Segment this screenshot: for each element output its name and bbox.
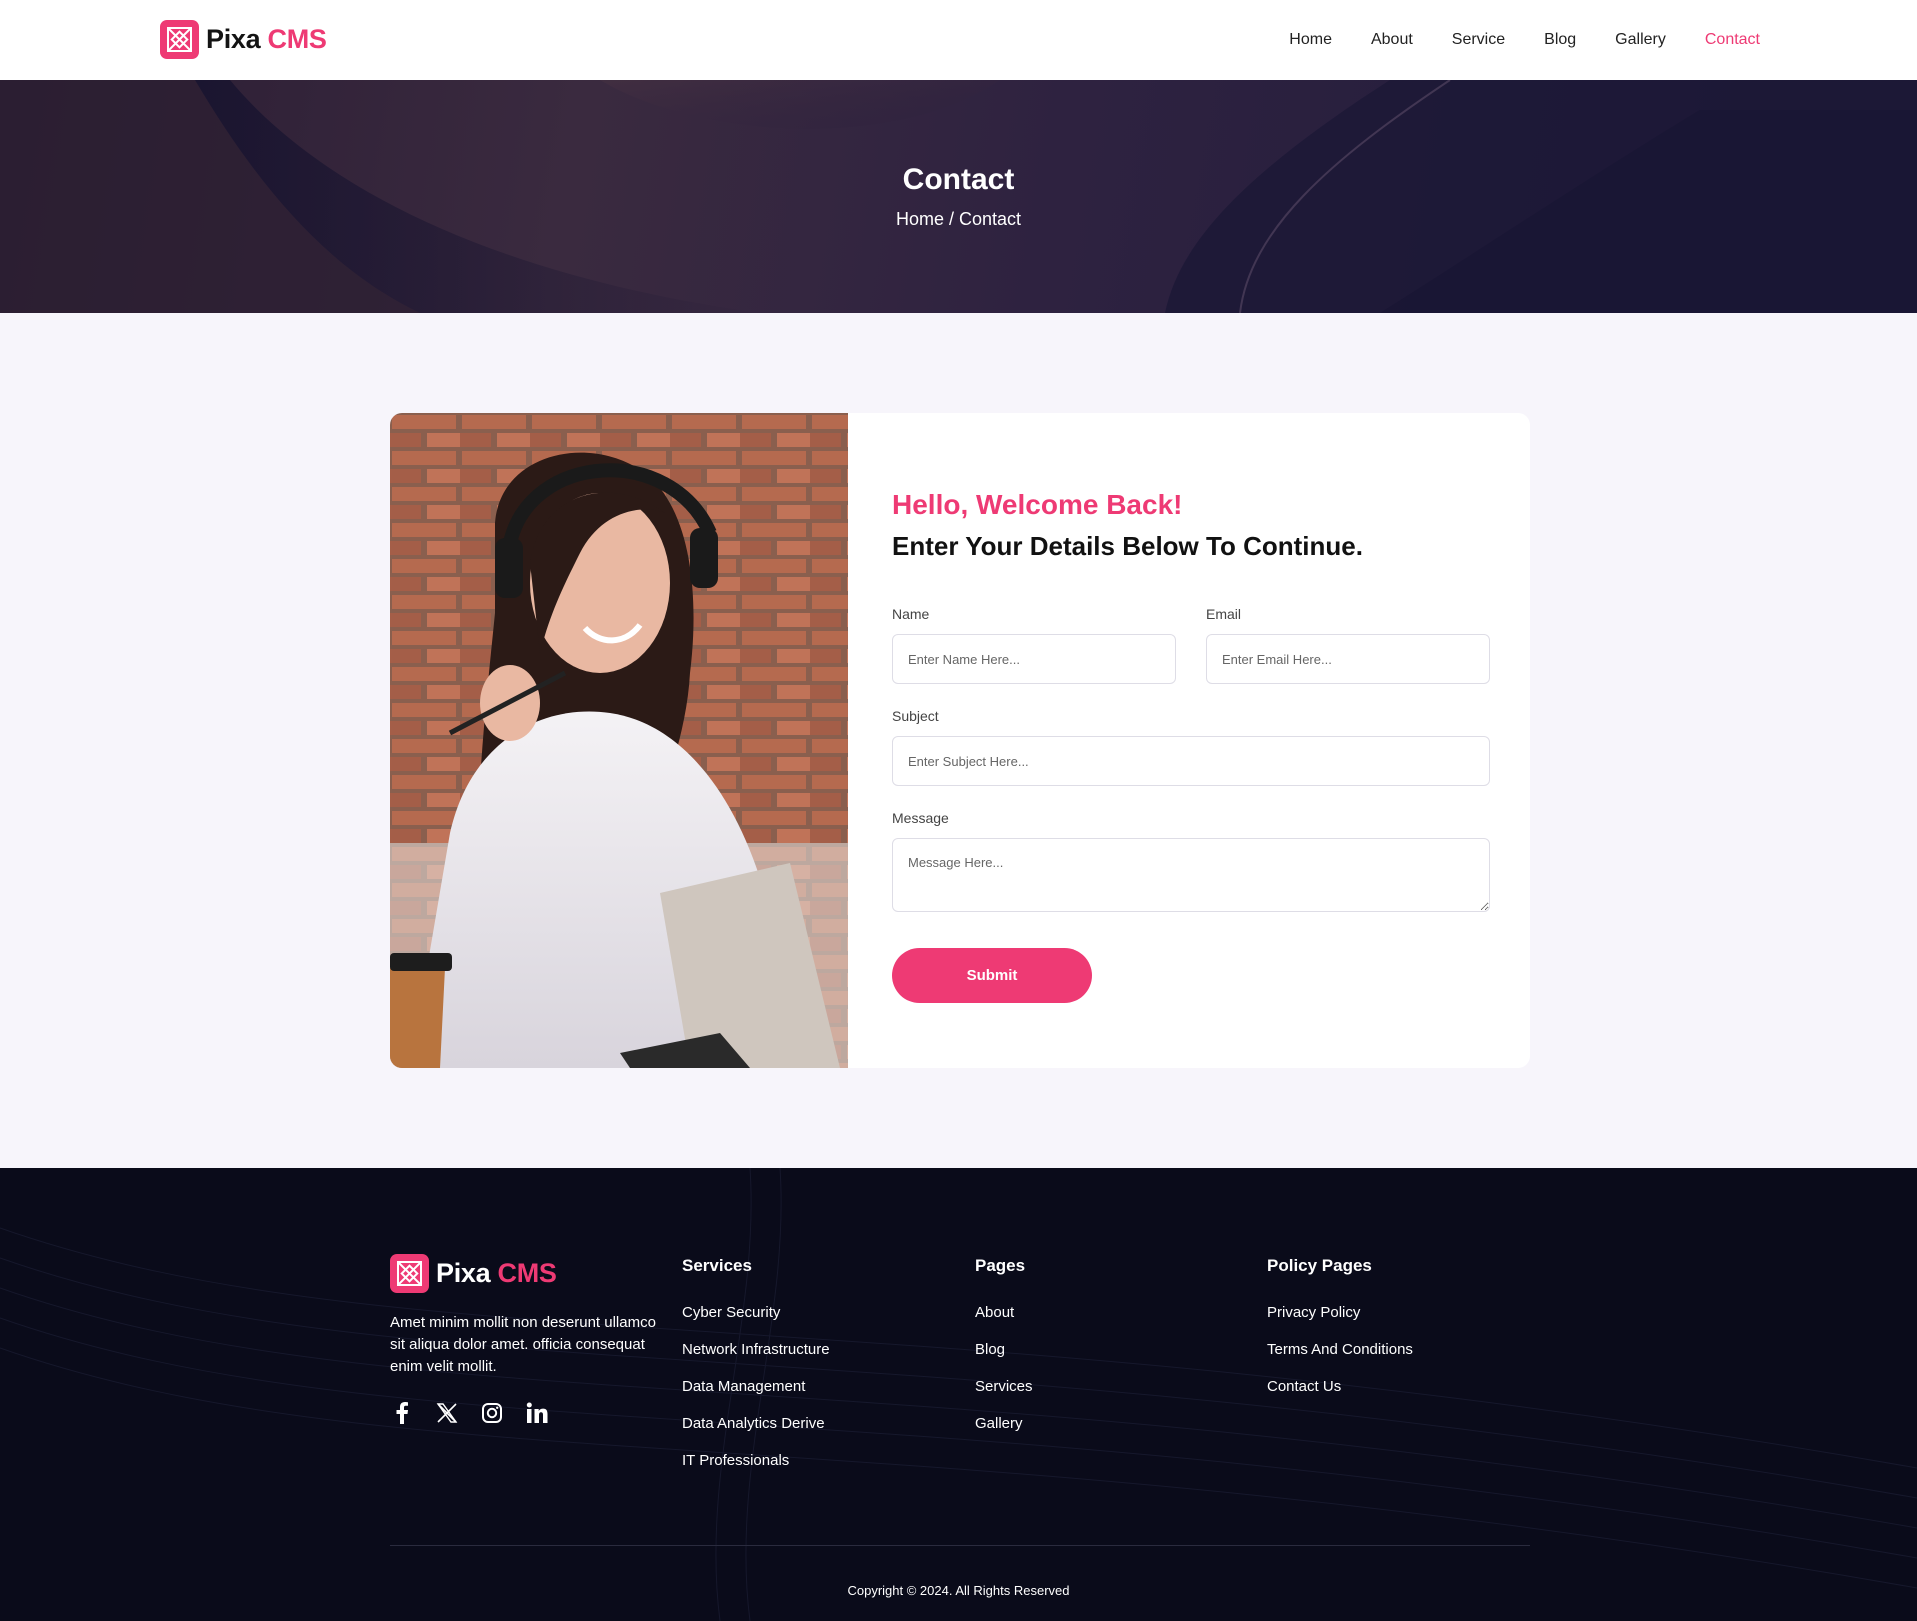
footer-pages-column: Pages About Blog Services Gallery [975, 1254, 1033, 1452]
site-header: Pixa CMS Home About Service Blog Gallery… [0, 0, 1917, 80]
footer-link-terms[interactable]: Terms And Conditions [1267, 1341, 1413, 1378]
footer-link-about[interactable]: About [975, 1304, 1033, 1341]
footer-link-data-management[interactable]: Data Management [682, 1378, 830, 1415]
footer-link-gallery[interactable]: Gallery [975, 1415, 1033, 1452]
footer-link-network-infrastructure[interactable]: Network Infrastructure [682, 1341, 830, 1378]
site-logo[interactable]: Pixa CMS [160, 20, 327, 59]
page-title: Contact [902, 163, 1015, 196]
footer-logo-icon [390, 1254, 429, 1293]
footer-logo[interactable]: Pixa CMS [390, 1254, 557, 1293]
footer-policy-column: Policy Pages Privacy Policy Terms And Co… [1267, 1254, 1413, 1415]
nav-about[interactable]: About [1371, 31, 1413, 49]
footer-about-text: Amet minim mollit non deserunt ullamco s… [390, 1314, 656, 1375]
footer-link-blog[interactable]: Blog [975, 1341, 1033, 1378]
nav-home[interactable]: Home [1289, 31, 1332, 49]
facebook-icon[interactable] [390, 1401, 414, 1425]
contact-card: Hello, Welcome Back! Enter Your Details … [390, 413, 1530, 1068]
main-nav: Home About Service Blog Gallery Contact [1250, 0, 1760, 80]
submit-button[interactable]: Submit [892, 948, 1092, 1003]
subject-input[interactable] [892, 736, 1490, 786]
name-label: Name [892, 606, 930, 622]
logo-wordmark: Pixa CMS [206, 24, 327, 54]
support-agent-photo [390, 413, 848, 1068]
footer-logo-wordmark: Pixa CMS [436, 1258, 557, 1288]
message-textarea[interactable] [892, 838, 1490, 912]
footer-background-lines [0, 1168, 1917, 1621]
nav-service[interactable]: Service [1452, 31, 1505, 49]
linkedin-icon[interactable] [525, 1401, 549, 1425]
email-label: Email [1206, 606, 1242, 622]
name-input[interactable] [892, 634, 1176, 684]
footer-pages-title: Pages [975, 1256, 1026, 1275]
footer-policy-title: Policy Pages [1267, 1256, 1372, 1275]
footer-link-contact-us[interactable]: Contact Us [1267, 1378, 1413, 1415]
x-icon[interactable] [435, 1401, 459, 1425]
message-label: Message [892, 810, 949, 826]
footer-link-it-professionals[interactable]: IT Professionals [682, 1452, 830, 1489]
email-input[interactable] [1206, 634, 1490, 684]
footer-services-column: Services Cyber Security Network Infrastr… [682, 1254, 830, 1489]
page-banner: Contact Home / Contact [0, 80, 1917, 313]
breadcrumb[interactable]: Home / Contact [0, 209, 1917, 230]
footer-link-privacy-policy[interactable]: Privacy Policy [1267, 1304, 1413, 1341]
subject-label: Subject [892, 708, 939, 724]
footer-divider [390, 1545, 1530, 1546]
form-greeting: Hello, Welcome Back! [892, 489, 1183, 520]
footer-link-services[interactable]: Services [975, 1378, 1033, 1415]
form-subtitle: Enter Your Details Below To Continue. [892, 531, 1363, 561]
site-footer: Pixa CMS Amet minim mollit non deserunt … [0, 1168, 1917, 1621]
logo-icon [160, 20, 199, 59]
instagram-icon[interactable] [480, 1401, 504, 1425]
footer-link-cyber-security[interactable]: Cyber Security [682, 1304, 830, 1341]
copyright-text: Copyright © 2024. All Rights Reserved [847, 1583, 1070, 1598]
nav-gallery[interactable]: Gallery [1615, 31, 1666, 49]
nav-blog[interactable]: Blog [1544, 31, 1576, 49]
footer-link-data-analytics[interactable]: Data Analytics Derive [682, 1415, 830, 1452]
nav-contact[interactable]: Contact [1705, 31, 1760, 49]
social-links [390, 1401, 570, 1425]
footer-services-title: Services [682, 1256, 752, 1275]
